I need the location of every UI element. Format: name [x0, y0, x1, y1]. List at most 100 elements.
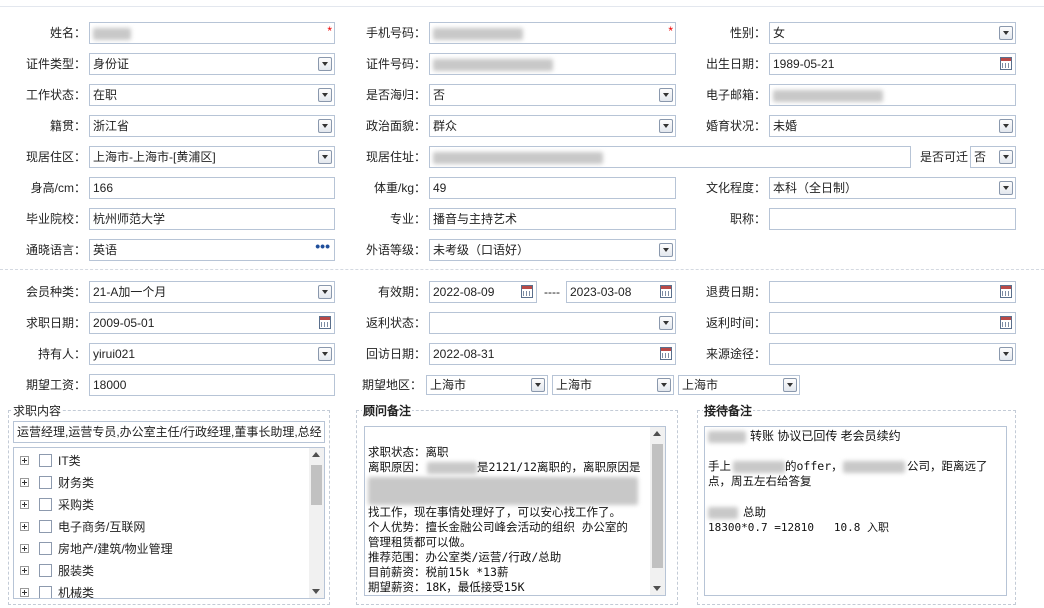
expand-icon[interactable]: [20, 522, 29, 531]
member-type-select[interactable]: 21-A加一个月: [89, 281, 335, 303]
id-number-field[interactable]: [429, 53, 676, 75]
expected-salary-field[interactable]: 18000: [89, 374, 335, 396]
expand-icon[interactable]: [20, 456, 29, 465]
tree-item-label: 机械类: [58, 586, 95, 599]
note-line: 个人优势：擅长金融公司峰会活动的组织 办公室的: [368, 520, 628, 534]
chevron-down-icon[interactable]: [999, 347, 1013, 361]
job-category-tree[interactable]: IT类 财务类 采购类 电子商务/互联网 房地产/建筑/物业管理 服装类 机械类: [13, 447, 325, 599]
tree-scrollbar[interactable]: [309, 448, 324, 598]
reception-notes-textarea[interactable]: 转账 协议已回传 老会员续约 手上 的offer， 公司，距离远了 点，周五左右…: [704, 426, 1007, 596]
calendar-icon[interactable]: [660, 347, 672, 360]
chevron-down-icon[interactable]: [659, 119, 673, 133]
job-seek-date-value: 2009-05-01: [93, 316, 155, 330]
expand-icon[interactable]: [20, 478, 29, 487]
checkbox[interactable]: [39, 586, 52, 598]
chevron-down-icon[interactable]: [999, 181, 1013, 195]
expected-area-province-select[interactable]: 上海市: [426, 375, 548, 395]
chevron-down-icon[interactable]: [659, 88, 673, 102]
calendar-icon[interactable]: [319, 316, 331, 329]
name-field[interactable]: *: [89, 22, 335, 44]
calendar-icon[interactable]: [1000, 316, 1012, 329]
valid-to-field[interactable]: 2023-03-08: [566, 281, 676, 303]
expand-icon[interactable]: [20, 588, 29, 597]
school-value: 杭州师范大学: [93, 212, 166, 226]
political-status-select[interactable]: 群众: [429, 115, 676, 137]
expected-area-district-select[interactable]: 上海市: [678, 375, 800, 395]
job-seek-date-field[interactable]: 2009-05-01: [89, 312, 335, 334]
chevron-down-icon[interactable]: [318, 119, 332, 133]
calendar-icon[interactable]: [660, 285, 672, 298]
chevron-down-icon[interactable]: [318, 57, 332, 71]
email-field[interactable]: [769, 84, 1016, 106]
language-level-select[interactable]: 未考级（口语好）: [429, 239, 676, 261]
calendar-icon[interactable]: [521, 285, 533, 298]
valid-from-field[interactable]: 2022-08-09: [429, 281, 537, 303]
more-options-button[interactable]: •••: [315, 240, 330, 256]
job-content-selected-field[interactable]: 运营经理,运营专员,办公室主任/行政经理,董事长助理,总经: [13, 421, 325, 443]
source-select[interactable]: [769, 343, 1016, 365]
rebate-status-select[interactable]: [429, 312, 676, 334]
chevron-down-icon[interactable]: [318, 347, 332, 361]
expand-icon[interactable]: [20, 566, 29, 575]
weight-field[interactable]: 49: [429, 177, 676, 199]
language-field[interactable]: 英语 •••: [89, 239, 335, 261]
chevron-down-icon[interactable]: [318, 88, 332, 102]
checkbox[interactable]: [39, 564, 52, 577]
visit-date-field[interactable]: 2022-08-31: [429, 343, 676, 365]
note-line: 找工作，现在事情处理好了，可以安心找工作了。: [368, 505, 621, 519]
major-field[interactable]: 播音与主持艺术: [429, 208, 676, 230]
residence-area-select[interactable]: 上海市-上海市-[黄浦区]: [89, 146, 335, 168]
residence-address-field[interactable]: [429, 146, 911, 168]
gender-select[interactable]: 女: [769, 22, 1016, 44]
checkbox[interactable]: [39, 476, 52, 489]
checkbox[interactable]: [39, 542, 52, 555]
refund-date-field[interactable]: [769, 281, 1016, 303]
work-status-select[interactable]: 在职: [89, 84, 335, 106]
height-field[interactable]: 166: [89, 177, 335, 199]
calendar-icon[interactable]: [1000, 285, 1012, 298]
note-line: 求职状态：离职: [368, 445, 449, 459]
education-select[interactable]: 本科（全日制）: [769, 177, 1016, 199]
id-type-select[interactable]: 身份证: [89, 53, 335, 75]
native-place-select[interactable]: 浙江省: [89, 115, 335, 137]
title-field[interactable]: [769, 208, 1016, 230]
chevron-down-icon[interactable]: [999, 119, 1013, 133]
checkbox[interactable]: [39, 454, 52, 467]
note-line: 离职原因：: [368, 460, 426, 474]
checkbox[interactable]: [39, 520, 52, 533]
chevron-down-icon[interactable]: [999, 26, 1013, 40]
returnee-select[interactable]: 否: [429, 84, 676, 106]
rebate-time-field[interactable]: [769, 312, 1016, 334]
chevron-down-icon[interactable]: [318, 150, 332, 164]
marital-status-select[interactable]: 未婚: [769, 115, 1016, 137]
chevron-down-icon[interactable]: [783, 378, 797, 392]
phone-field[interactable]: *: [429, 22, 676, 44]
expand-icon[interactable]: [20, 544, 29, 553]
note-line: 转账 协议已回传 老会员续约: [750, 429, 901, 443]
scroll-down-icon[interactable]: [653, 586, 661, 591]
advisor-notes-textarea[interactable]: 求职状态：离职 离职原因： 是2121/12离职的，离职原因是 找工作，现在事情…: [364, 426, 666, 596]
scroll-up-icon[interactable]: [312, 452, 320, 457]
expected-area-district-value: 上海市: [682, 378, 719, 392]
chevron-down-icon[interactable]: [318, 285, 332, 299]
expand-icon[interactable]: [20, 500, 29, 509]
scroll-up-icon[interactable]: [653, 431, 661, 436]
redacted-text: [708, 431, 746, 443]
scroll-down-icon[interactable]: [312, 589, 320, 594]
birth-date-field[interactable]: 1989-05-21: [769, 53, 1016, 75]
relocatable-select[interactable]: 否: [970, 146, 1016, 168]
scroll-thumb[interactable]: [311, 465, 322, 505]
chevron-down-icon[interactable]: [659, 243, 673, 257]
tree-item-label: 采购类: [58, 498, 95, 512]
notes-scrollbar[interactable]: [650, 427, 665, 595]
expected-area-city-select[interactable]: 上海市: [552, 375, 674, 395]
chevron-down-icon[interactable]: [999, 150, 1013, 164]
holder-select[interactable]: yirui021: [89, 343, 335, 365]
calendar-icon[interactable]: [1000, 57, 1012, 70]
chevron-down-icon[interactable]: [657, 378, 671, 392]
scroll-thumb[interactable]: [652, 444, 663, 568]
chevron-down-icon[interactable]: [659, 316, 673, 330]
chevron-down-icon[interactable]: [531, 378, 545, 392]
school-field[interactable]: 杭州师范大学: [89, 208, 335, 230]
checkbox[interactable]: [39, 498, 52, 511]
